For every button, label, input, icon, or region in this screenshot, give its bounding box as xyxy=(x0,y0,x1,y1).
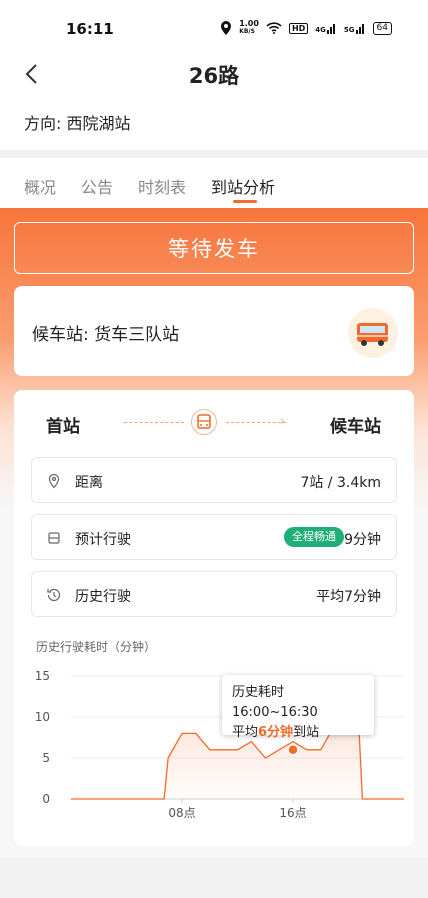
bus-illustration xyxy=(348,308,398,358)
route-dash-right xyxy=(226,422,286,423)
battery-indicator: 64 xyxy=(372,21,392,35)
signal-4g: 4G xyxy=(315,22,337,34)
history-row: 历史行驶 平均7分钟 xyxy=(31,571,397,617)
tooltip-average: 平均6分钟到站 xyxy=(232,725,320,740)
wifi-icon xyxy=(266,22,282,34)
hd-badge: HD xyxy=(288,22,309,34)
chart-title: 历史行驶耗时（分钟） xyxy=(36,640,157,654)
chart-tooltip: 历史耗时16:00~16:30 平均6分钟到站 xyxy=(222,675,374,740)
status-icons: 1.00 KB/S HD 4G 5G 64 xyxy=(220,20,392,36)
route-start: 首站 xyxy=(46,417,80,437)
route-end: 候车站 xyxy=(330,417,381,437)
estimated-row: 预计行驶 全程畅通 9分钟 xyxy=(31,514,397,560)
tooltip-time-range: 历史耗时16:00~16:30 xyxy=(232,685,318,720)
bottom-area xyxy=(0,858,428,898)
distance-value: 7站 / 3.4km xyxy=(300,475,381,491)
y-tick-label: 10 xyxy=(35,710,50,724)
signal-5g: 5G xyxy=(344,22,366,34)
distance-row: 距离 7站 / 3.4km xyxy=(31,457,397,503)
net-speed: 1.00 KB/S xyxy=(239,19,259,36)
tab-timetable[interactable]: 时刻表 xyxy=(138,174,186,198)
tab-bar: 概况 公告 时刻表 到站分析 xyxy=(0,158,428,208)
signal-bars-icon xyxy=(355,24,364,34)
waiting-stop-text: 候车站: 货车三队站 xyxy=(32,325,180,345)
direction: 方向: 西院湖站 xyxy=(24,110,131,134)
y-tick-label: 5 xyxy=(42,751,50,765)
estimated-label: 预计行驶 xyxy=(75,532,131,548)
tab-notice[interactable]: 公告 xyxy=(81,174,113,198)
y-tick-label: 15 xyxy=(35,669,50,683)
x-tick-label: 08点 xyxy=(168,806,195,820)
highlight-point xyxy=(287,744,299,756)
location-icon xyxy=(221,21,232,35)
distance-label: 距离 xyxy=(75,475,103,491)
y-tick-label: 0 xyxy=(42,792,50,806)
status-time: 16:11 xyxy=(66,20,114,38)
wait-departure-button[interactable]: 等待发车 xyxy=(14,222,414,274)
waiting-stop-card: 候车站: 货车三队站 xyxy=(14,286,414,376)
direction-label: 方向: xyxy=(24,114,62,133)
tab-overview[interactable]: 概况 xyxy=(24,174,56,198)
bus-icon xyxy=(48,532,60,544)
history-label: 历史行驶 xyxy=(75,589,131,605)
bus-icon xyxy=(197,414,211,429)
active-tab-indicator xyxy=(233,200,257,203)
direction-value: 西院湖站 xyxy=(66,114,131,133)
route-bus-marker xyxy=(191,409,217,435)
route-arrow-icon: › xyxy=(280,414,285,428)
bus-icon xyxy=(357,323,388,346)
history-value: 平均7分钟 xyxy=(316,589,381,605)
x-tick-label: 16点 xyxy=(279,806,306,820)
location-pin-icon xyxy=(48,473,60,489)
traffic-status-badge: 全程畅通 xyxy=(284,527,344,547)
history-clock-icon xyxy=(47,588,61,602)
route-dash-left xyxy=(124,422,184,423)
header: 26路 方向: 西院湖站 xyxy=(0,50,428,150)
signal-bars-icon xyxy=(326,24,335,34)
analysis-card: 首站 › 候车站 距离 7站 / 3.4km 预计行驶 全程畅通 9分钟 历史行… xyxy=(14,390,414,846)
tab-arrival-analysis[interactable]: 到站分析 xyxy=(211,174,275,198)
estimated-value: 9分钟 xyxy=(344,532,381,548)
page-title: 26路 xyxy=(188,64,240,88)
